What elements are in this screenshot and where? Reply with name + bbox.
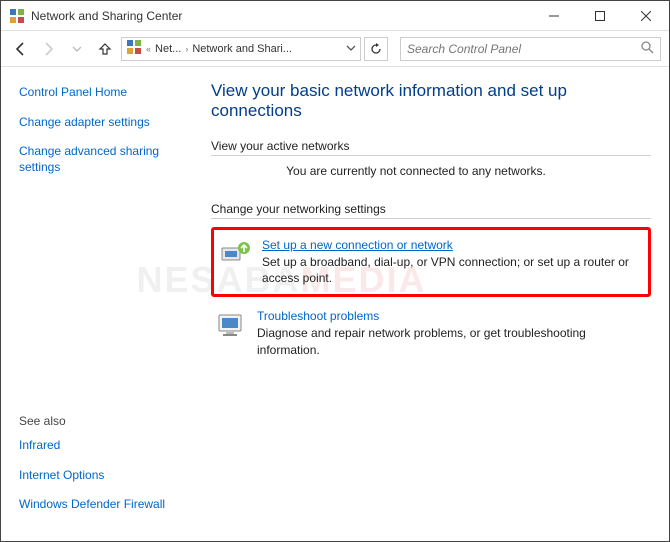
page-title: View your basic network information and … [211, 81, 651, 121]
change-settings-label: Change your networking settings [211, 202, 651, 216]
not-connected-text: You are currently not connected to any n… [211, 164, 651, 178]
refresh-button[interactable] [364, 37, 388, 61]
control-panel-home-link[interactable]: Control Panel Home [19, 85, 191, 101]
breadcrumb-item-2[interactable]: Network and Shari... [192, 43, 292, 55]
sidebar: Control Panel Home Change adapter settin… [1, 67, 201, 541]
troubleshoot-link[interactable]: Troubleshoot problems [257, 309, 379, 323]
window-title: Network and Sharing Center [31, 9, 531, 23]
troubleshoot-text: Troubleshoot problems Diagnose and repai… [257, 309, 647, 357]
troubleshoot-desc: Diagnose and repair network problems, or… [257, 325, 647, 357]
search-box[interactable] [400, 37, 661, 61]
active-networks-label: View your active networks [211, 139, 651, 153]
divider [211, 218, 651, 219]
troubleshoot-icon [215, 309, 247, 341]
internet-options-link[interactable]: Internet Options [19, 468, 191, 484]
body: NESABAMEDIA Control Panel Home Change ad… [1, 67, 669, 541]
search-icon[interactable] [640, 40, 654, 57]
change-advanced-sharing-link[interactable]: Change advanced sharing settings [19, 144, 191, 175]
app-icon [9, 8, 25, 24]
recent-locations-button[interactable] [65, 37, 89, 61]
sidebar-spacer [19, 189, 191, 414]
back-button[interactable] [9, 37, 33, 61]
maximize-button[interactable] [577, 1, 623, 30]
search-input[interactable] [407, 42, 634, 56]
chevron-right-icon: › [185, 44, 188, 54]
minimize-button[interactable] [531, 1, 577, 30]
content: View your basic network information and … [201, 67, 669, 541]
breadcrumb-back-overflow[interactable]: « [146, 44, 151, 54]
breadcrumb-item-1[interactable]: Net... [155, 43, 181, 55]
infrared-link[interactable]: Infrared [19, 438, 191, 454]
address-dropdown-button[interactable] [346, 42, 356, 56]
setup-connection-link[interactable]: Set up a new connection or network [262, 238, 453, 252]
see-also-heading: See also [19, 414, 191, 428]
navbar: « Net... › Network and Shari... [1, 31, 669, 67]
forward-button[interactable] [37, 37, 61, 61]
titlebar: Network and Sharing Center [1, 1, 669, 31]
close-button[interactable] [623, 1, 669, 30]
setup-connection-icon [220, 238, 252, 270]
setup-connection-desc: Set up a broadband, dial-up, or VPN conn… [262, 254, 642, 286]
troubleshoot-option[interactable]: Troubleshoot problems Diagnose and repai… [211, 303, 651, 363]
address-bar[interactable]: « Net... › Network and Shari... [121, 37, 361, 61]
breadcrumb-icon [126, 39, 142, 58]
windows-defender-firewall-link[interactable]: Windows Defender Firewall [19, 497, 191, 513]
change-adapter-link[interactable]: Change adapter settings [19, 115, 191, 131]
window-controls [531, 1, 669, 30]
divider [211, 155, 651, 156]
up-button[interactable] [93, 37, 117, 61]
setup-connection-option[interactable]: Set up a new connection or network Set u… [211, 227, 651, 297]
setup-connection-text: Set up a new connection or network Set u… [262, 238, 642, 286]
